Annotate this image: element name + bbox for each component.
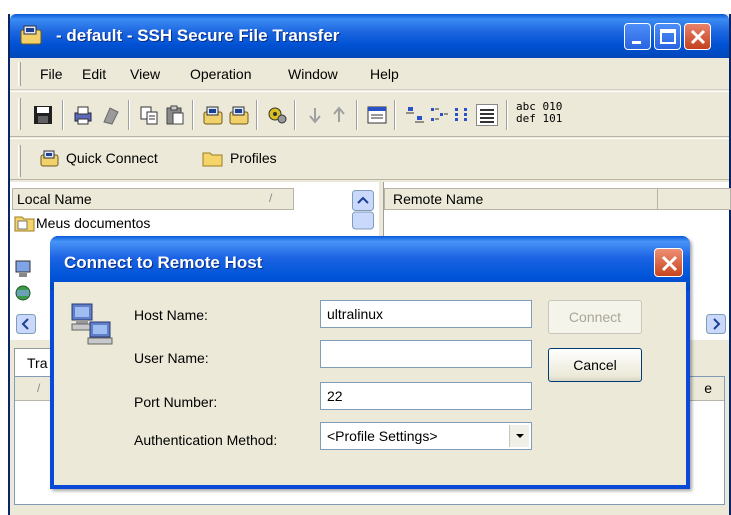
transfer-tab-label: Tra xyxy=(27,355,48,371)
local-scroll-up-button[interactable] xyxy=(352,190,374,230)
column-divider[interactable] xyxy=(657,189,658,209)
menubar-grip[interactable] xyxy=(18,62,21,86)
connect-button[interactable]: Connect xyxy=(548,300,642,334)
connect-dialog: Connect to Remote Host Host Name: User N… xyxy=(50,236,690,489)
toolbar-separator xyxy=(62,100,64,130)
host-name-input[interactable] xyxy=(320,300,532,328)
computer-icon[interactable] xyxy=(14,260,54,278)
user-name-input[interactable] xyxy=(320,340,532,368)
list-item[interactable]: Meus documentos xyxy=(14,214,150,235)
connect-toolbar: Quick Connect Profiles xyxy=(10,138,729,180)
local-name-header-label: Local Name xyxy=(17,191,92,207)
list-view-icon[interactable] xyxy=(452,104,474,126)
documents-folder-icon xyxy=(14,214,36,235)
menu-help[interactable]: Help xyxy=(370,66,399,82)
auth-method-select[interactable]: <Profile Settings> xyxy=(320,422,532,450)
dialog-body: Host Name: User Name: Port Number: Authe… xyxy=(54,282,686,485)
network-icon[interactable] xyxy=(14,284,54,302)
port-number-label: Port Number: xyxy=(134,394,218,410)
details-view-icon[interactable] xyxy=(476,104,498,126)
toolbar-separator xyxy=(128,100,130,130)
list-item-label: Meus documentos xyxy=(36,215,151,232)
close-button[interactable] xyxy=(684,23,711,50)
save-icon[interactable] xyxy=(32,104,54,126)
menu-file[interactable]: File xyxy=(40,66,63,82)
copy-icon[interactable] xyxy=(138,104,160,126)
small-icons-view-icon[interactable] xyxy=(428,104,450,126)
title-bar[interactable]: - default - SSH Secure File Transfer xyxy=(10,14,729,58)
profiles-button[interactable]: Profiles xyxy=(202,149,277,170)
transfer-mode-icon[interactable]: abc 010 def 101 xyxy=(516,101,562,125)
large-icons-view-icon[interactable] xyxy=(404,104,426,126)
upload-arrow-icon[interactable] xyxy=(328,104,350,126)
app-icon xyxy=(20,24,44,46)
chevron-down-icon[interactable] xyxy=(509,425,529,447)
scroll-left-button[interactable] xyxy=(16,314,36,334)
download-arrow-icon[interactable] xyxy=(304,104,326,126)
toolbar-separator xyxy=(506,100,508,130)
scroll-right-button[interactable] xyxy=(706,314,726,334)
computer-network-icon xyxy=(70,300,114,346)
maximize-button[interactable] xyxy=(654,23,681,50)
menu-operation[interactable]: Operation xyxy=(190,66,251,82)
dialog-close-button[interactable] xyxy=(654,248,683,277)
profiles-label: Profiles xyxy=(230,150,277,167)
stop-icon[interactable] xyxy=(100,104,122,126)
local-name-column-header[interactable]: Local Name / xyxy=(12,188,294,210)
host-name-label: Host Name: xyxy=(134,307,208,323)
transfer-mode-line2: def 101 xyxy=(516,112,563,125)
profiles-connect-icon[interactable] xyxy=(228,104,250,126)
column-header-stub: e xyxy=(704,380,712,396)
menu-edit[interactable]: Edit xyxy=(82,66,106,82)
toolbar-separator xyxy=(356,100,358,130)
auth-method-value: <Profile Settings> xyxy=(327,428,438,444)
menu-window[interactable]: Window xyxy=(288,66,338,82)
tab-transfer[interactable]: Tra xyxy=(14,348,54,376)
paste-icon[interactable] xyxy=(164,104,186,126)
cancel-button[interactable]: Cancel xyxy=(548,348,642,382)
menu-bar: File Edit View Operation Window Help xyxy=(10,58,729,90)
toolbar-grip[interactable] xyxy=(18,145,21,177)
quick-connect-icon xyxy=(40,149,60,170)
sort-indicator: / xyxy=(37,381,41,395)
dialog-title: Connect to Remote Host xyxy=(64,253,263,272)
port-number-input[interactable] xyxy=(320,382,532,410)
quick-connect-button[interactable]: Quick Connect xyxy=(40,149,158,170)
toolbar-separator xyxy=(192,100,194,130)
menu-view[interactable]: View xyxy=(130,66,160,82)
toolbar-separator xyxy=(256,100,258,130)
connect-icon[interactable] xyxy=(202,104,224,126)
toolbar-grip[interactable] xyxy=(18,98,21,130)
remote-name-header-label: Remote Name xyxy=(393,191,484,207)
print-icon[interactable] xyxy=(72,104,94,126)
quick-connect-label: Quick Connect xyxy=(66,150,158,167)
auth-method-label: Authentication Method: xyxy=(134,432,278,448)
window-title: - default - SSH Secure File Transfer xyxy=(56,26,340,45)
remote-name-column-header[interactable]: Remote Name xyxy=(384,188,731,210)
toolbar-separator xyxy=(394,100,396,130)
minimize-button[interactable] xyxy=(624,23,651,50)
user-name-label: User Name: xyxy=(134,350,209,366)
toolbar-separator xyxy=(294,100,296,130)
main-toolbar: abc 010 def 101 xyxy=(10,91,729,137)
sort-indicator: / xyxy=(269,191,273,205)
file-view-icon[interactable] xyxy=(366,104,388,126)
settings-icon[interactable] xyxy=(266,104,288,126)
folder-icon xyxy=(202,149,224,170)
